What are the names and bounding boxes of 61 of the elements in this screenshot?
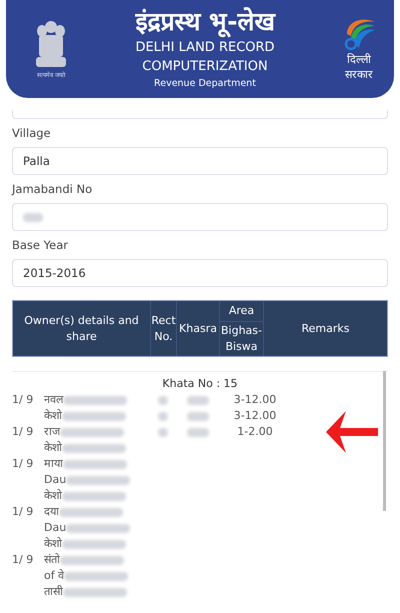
share-text: 1/ 9 (12, 393, 34, 406)
owner-name: तासी (44, 584, 63, 600)
emblem-icon (34, 19, 68, 69)
share-text: 1/ 9 (12, 425, 34, 438)
input-field[interactable]: 2015-2016 (12, 259, 388, 287)
share-text: 1/ 9 (12, 553, 34, 566)
column-header: Rect No. (151, 301, 177, 356)
arrow-icon (324, 409, 380, 455)
department-name: Revenue Department (154, 77, 256, 91)
redacted-blur (66, 476, 130, 484)
column-header: Remarks (300, 320, 350, 336)
share-text: 1/ 9 (12, 457, 34, 470)
field-label: Base Year (12, 237, 70, 253)
redacted-blur (62, 412, 126, 420)
redacted-blur (66, 524, 130, 532)
redacted-blur (60, 556, 124, 564)
area-value: 3-12.00 (234, 393, 276, 406)
redacted-blur (64, 572, 128, 580)
area-value: 1-2.00 (237, 425, 273, 438)
owner-name: केशो (44, 440, 62, 456)
column-header: Area (220, 301, 263, 322)
owner-name: केशो (44, 536, 62, 552)
site-subtitle: DELHI LAND RECORD (135, 39, 275, 57)
redacted-blur (23, 212, 43, 222)
owner-name: of वे (44, 568, 64, 584)
logo-text: सरकार (345, 67, 373, 82)
scrollbar[interactable] (383, 371, 386, 511)
owner-name: दया (44, 504, 59, 520)
redacted-blur (60, 428, 124, 436)
owner-name: केशो (44, 488, 62, 504)
field-label: Village (12, 125, 52, 141)
redacted-blur (186, 428, 208, 436)
input-field[interactable] (12, 203, 388, 231)
redacted-blur (63, 460, 127, 468)
redacted-blur (62, 444, 126, 452)
redacted-blur (63, 588, 127, 596)
redacted-blur (186, 396, 208, 404)
owner-name: केशो (44, 408, 62, 424)
site-title: इंद्रप्रस्थ भू-लेख (135, 6, 275, 38)
logo-text: दिल्ली (347, 52, 371, 67)
redacted-blur (186, 412, 208, 420)
owner-name: Dau (44, 472, 66, 488)
khata-number: Khata No : 15 (162, 377, 238, 390)
input-field[interactable] (12, 110, 388, 119)
owner-name: Dau (44, 520, 66, 536)
owner-name: नवल (44, 392, 63, 408)
redacted-blur (62, 540, 126, 548)
owner-name: माया (44, 456, 63, 472)
site-subtitle: COMPUTERIZATION (142, 58, 268, 76)
input-field[interactable]: Palla (12, 147, 388, 175)
field-label: Jamabandi No (12, 181, 94, 197)
redacted-blur (63, 396, 127, 404)
redacted-blur (62, 492, 126, 500)
area-value: 3-12.00 (234, 409, 276, 422)
redacted-blur (59, 508, 123, 516)
share-text: 1/ 9 (12, 505, 34, 518)
owner-name: राज (44, 424, 60, 440)
column-header: Bighas-Biswa (220, 323, 263, 355)
owner-name: संतो (44, 552, 60, 568)
column-header: Khasra (177, 301, 220, 356)
column-header: Owner(s) details and share (13, 301, 151, 356)
